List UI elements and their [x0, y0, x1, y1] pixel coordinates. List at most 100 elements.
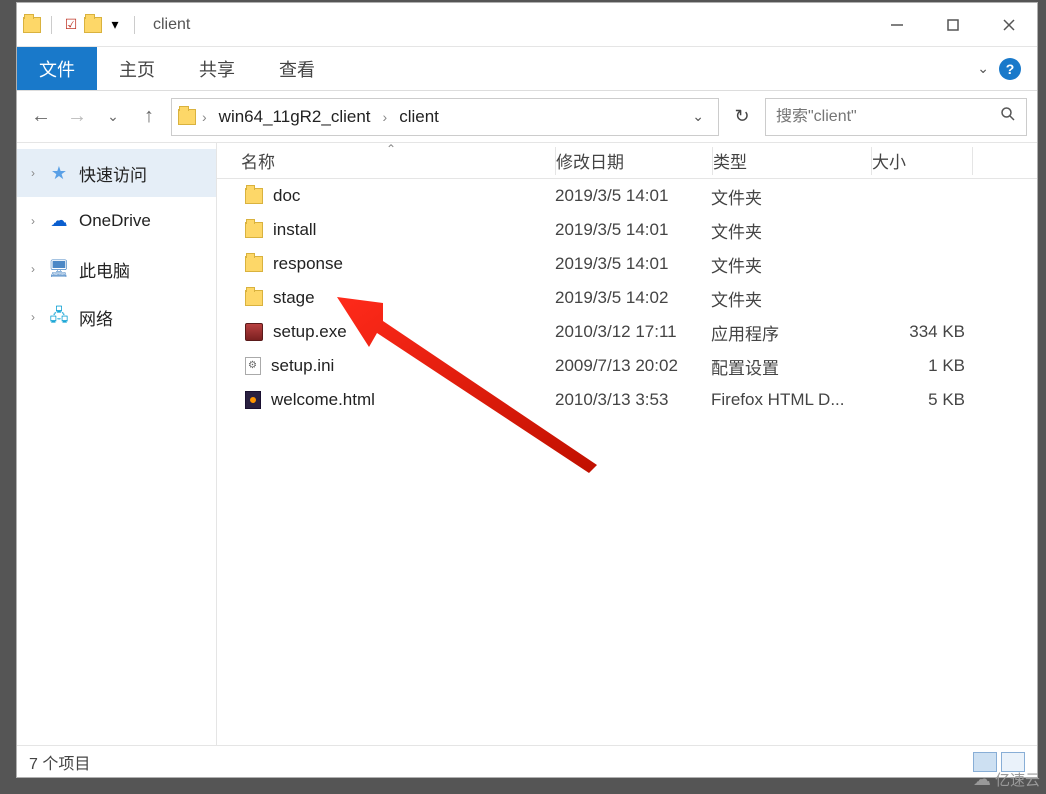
column-header-type[interactable]: 类型 — [713, 148, 871, 173]
sidebar-label: 快速访问 — [79, 161, 147, 186]
qat-folder-icon — [23, 16, 41, 34]
breadcrumb-1[interactable]: win64_11gR2_client — [213, 107, 377, 127]
file-type: 文件夹 — [711, 286, 869, 311]
column-headers: 名称 ⌃ 修改日期 类型 大小 — [217, 143, 1037, 179]
quick-access-toolbar: ☑ ▾ client — [17, 16, 190, 34]
titlebar: ☑ ▾ client — [17, 3, 1037, 47]
file-row[interactable]: setup.ini 2009/7/13 20:02配置设置1 KB — [217, 349, 1037, 383]
nav-recent-dropdown[interactable]: ⌄ — [99, 103, 127, 131]
nav-up-button[interactable]: ↑ — [135, 103, 163, 131]
search-input[interactable] — [776, 108, 1000, 126]
folder-icon — [245, 290, 263, 306]
file-type: Firefox HTML D... — [711, 390, 869, 410]
file-type: 配置设置 — [711, 354, 869, 379]
refresh-button[interactable]: ↻ — [727, 102, 757, 132]
navigation-pane: › ★ 快速访问 › ☁ OneDrive › 🖥 此电脑 › 🖧 网络 — [17, 143, 217, 745]
nav-forward-button[interactable]: → — [63, 103, 91, 131]
separator — [134, 16, 135, 34]
col-name-label: 名称 — [241, 153, 275, 172]
file-row[interactable]: doc2019/3/5 14:01文件夹 — [217, 179, 1037, 213]
file-name: setup.exe — [273, 322, 347, 342]
file-row[interactable]: response 2019/3/5 14:01文件夹 — [217, 247, 1037, 281]
file-date: 2019/3/5 14:02 — [555, 288, 711, 308]
exe-icon — [245, 323, 263, 341]
file-date: 2019/3/5 14:01 — [555, 254, 711, 274]
file-name: setup.ini — [271, 356, 334, 376]
window-title: client — [153, 16, 190, 34]
address-folder-icon — [178, 108, 196, 126]
expand-caret-icon[interactable]: › — [31, 262, 39, 276]
explorer-window: ☑ ▾ client 文件 主页 共享 查看 ⌄ ? ← — [16, 2, 1038, 778]
file-type: 文件夹 — [711, 184, 869, 209]
expand-caret-icon[interactable]: › — [31, 214, 39, 228]
sidebar-label: 此电脑 — [79, 257, 130, 282]
body: › ★ 快速访问 › ☁ OneDrive › 🖥 此电脑 › 🖧 网络 — [17, 143, 1037, 745]
file-type: 文件夹 — [711, 218, 869, 243]
file-date: 2010/3/13 3:53 — [555, 390, 711, 410]
html-icon — [245, 391, 261, 409]
column-header-date[interactable]: 修改日期 — [556, 148, 712, 173]
sidebar-item-onedrive[interactable]: › ☁ OneDrive — [17, 197, 216, 245]
qat-customize-icon[interactable]: ▾ — [106, 16, 124, 34]
expand-caret-icon[interactable]: › — [31, 166, 39, 180]
cloud-icon: ☁ — [49, 211, 69, 231]
status-bar: 7 个项目 — [17, 745, 1037, 777]
file-name: stage — [273, 288, 315, 308]
column-header-size[interactable]: 大小 — [872, 148, 972, 173]
network-icon: 🖧 — [49, 307, 69, 327]
file-row[interactable]: setup.exe2010/3/12 17:11应用程序334 KB — [217, 315, 1037, 349]
file-name: response — [273, 254, 343, 274]
minimize-button[interactable] — [869, 3, 925, 47]
star-icon: ★ — [49, 163, 69, 183]
nav-back-button[interactable]: ← — [27, 103, 55, 131]
file-name: install — [273, 220, 316, 240]
sidebar-item-network[interactable]: › 🖧 网络 — [17, 293, 216, 341]
sidebar-item-quickaccess[interactable]: › ★ 快速访问 — [17, 149, 216, 197]
qat-newfolder-icon[interactable] — [84, 16, 102, 34]
address-history-icon[interactable]: ⌄ — [684, 108, 712, 125]
folder-icon — [245, 256, 263, 272]
tab-file[interactable]: 文件 — [17, 47, 97, 90]
expand-caret-icon[interactable]: › — [31, 310, 39, 324]
file-row[interactable]: welcome.html2010/3/13 3:53Firefox HTML D… — [217, 383, 1037, 417]
file-row[interactable]: install 2019/3/5 14:01文件夹 — [217, 213, 1037, 247]
ini-icon — [245, 357, 261, 375]
file-size: 1 KB — [869, 356, 969, 376]
file-type: 文件夹 — [711, 252, 869, 277]
ribbon-expand-icon[interactable]: ⌄ — [977, 60, 989, 77]
file-type: 应用程序 — [711, 320, 869, 345]
file-date: 2009/7/13 20:02 — [555, 356, 711, 376]
folder-icon — [245, 222, 263, 238]
folder-icon — [245, 188, 263, 204]
file-date: 2019/3/5 14:01 — [555, 220, 711, 240]
file-name: doc — [273, 186, 300, 206]
sidebar-item-thispc[interactable]: › 🖥 此电脑 — [17, 245, 216, 293]
close-button[interactable] — [981, 3, 1037, 47]
sidebar-label: 网络 — [79, 305, 113, 330]
maximize-button[interactable] — [925, 3, 981, 47]
window-controls — [869, 3, 1037, 47]
file-pane: 名称 ⌃ 修改日期 类型 大小 doc2019/3/5 14:01文件夹inst… — [217, 143, 1037, 745]
search-icon[interactable] — [1000, 106, 1016, 127]
qat-properties-icon[interactable]: ☑ — [62, 16, 80, 34]
help-icon[interactable]: ? — [999, 58, 1021, 80]
tab-view[interactable]: 查看 — [257, 47, 337, 90]
file-list: doc2019/3/5 14:01文件夹install2019/3/5 14:0… — [217, 179, 1037, 745]
file-date: 2010/3/12 17:11 — [555, 322, 711, 342]
search-box[interactable] — [765, 98, 1027, 136]
column-header-name[interactable]: 名称 ⌃ — [217, 148, 555, 173]
column-separator[interactable] — [972, 147, 973, 175]
breadcrumb-2[interactable]: client — [393, 107, 445, 127]
tab-home[interactable]: 主页 — [97, 47, 177, 90]
watermark: ☁ 亿速云 — [973, 769, 1040, 790]
chevron-right-icon[interactable]: › — [383, 109, 388, 125]
status-item-count: 7 个项目 — [29, 750, 90, 774]
separator — [51, 16, 52, 34]
file-row[interactable]: stage 2019/3/5 14:02文件夹 — [217, 281, 1037, 315]
address-row: ← → ⌄ ↑ › win64_11gR2_client › client ⌄ … — [17, 91, 1037, 143]
chevron-right-icon[interactable]: › — [202, 109, 207, 125]
watermark-text: 亿速云 — [995, 769, 1040, 790]
cloud-icon: ☁ — [973, 769, 991, 790]
tab-share[interactable]: 共享 — [177, 47, 257, 90]
address-bar[interactable]: › win64_11gR2_client › client ⌄ — [171, 98, 719, 136]
